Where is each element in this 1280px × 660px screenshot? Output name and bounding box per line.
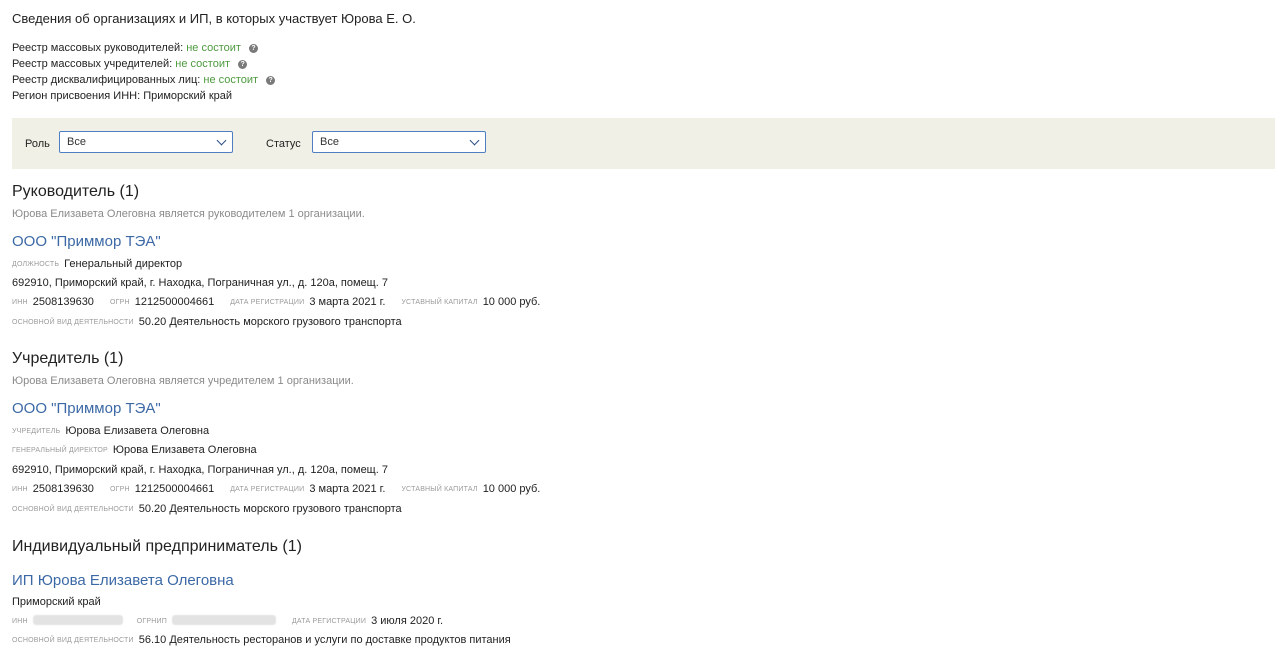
status-select-value: Все [320,136,339,148]
field-label: ИНН [12,299,28,306]
field-label: дата регистрации [291,618,367,625]
section-heading-leader: Руководитель (1) [12,183,140,200]
field-label: ОГРН [109,486,130,493]
registry-status: не состоит [203,74,259,86]
org-requisites: ИНН 2508139630 ОГРН 1212500004661 дата регис… [12,296,540,308]
question-circle-icon[interactable]: ? [266,76,276,85]
org-founder-line: учредитель Юрова Елизавета Олеговна [12,425,209,437]
org-position: Генеральный директор [64,258,183,270]
ip-activity-line: основной вид деятельности 56.10 Деятельно… [12,634,511,646]
question-circle-icon[interactable]: ? [238,60,248,69]
redacted-ogrnip [171,615,276,625]
page: Сведения об организациях и ИП, в которых… [0,0,1280,660]
org-director: Юрова Елизавета Олеговна [112,444,257,456]
org-link[interactable]: ООО "Приммор ТЭА" [12,233,161,250]
field-label: уставный капитал [401,486,478,493]
org-position-line: должность Генеральный директор [12,258,182,270]
field-label: уставный капитал [401,299,478,306]
role-select-value: Все [67,136,86,148]
registry-label: Реестр массовых руководителей: [12,42,184,54]
registry-mass-leaders: Реестр массовых руководителей: не состои… [12,40,275,56]
ip-link[interactable]: ИП Юрова Елизавета Олеговна [12,572,234,589]
ip-activity: 56.10 Деятельность ресторанов и услуги п… [138,634,511,646]
redacted-inn [32,615,123,625]
page-title: Сведения об организациях и ИП, в которых… [12,11,416,26]
section-subtitle-leader: Юрова Елизавета Олеговна является руково… [12,208,365,220]
ip-requisites: ИНН ОГРНИП дата регистрации 3 июля 2020 г. [12,615,443,627]
field-label: генеральный директор [12,447,108,454]
org-activity-line: основной вид деятельности 50.20 Деятельно… [12,503,402,515]
field-label: ОГРН [109,299,130,306]
field-label: основной вид деятельности [12,637,134,644]
field-label: основной вид деятельности [12,319,134,326]
registry-status: не состоит [175,58,231,70]
registry-mass-founders: Реестр массовых учредителей: не состоит … [12,56,275,72]
field-label: ИНН [12,618,28,625]
registry-label: Реестр массовых учредителей: [12,58,173,70]
registry-disqualified: Реестр дисквалифицированных лиц: не сост… [12,72,276,88]
field-label: ОГРНИП [136,618,167,625]
filter-bar: Роль Все Статус Все [12,118,1275,169]
org-director-line: генеральный директор Юрова Елизавета Олег… [12,444,257,456]
org-capital: 10 000 руб. [482,296,541,308]
org-address: 692910, Приморский край, г. Находка, Пог… [12,277,388,289]
org-activity: 50.20 Деятельность морского грузового тр… [138,503,402,515]
org-reg-date: 3 марта 2021 г. [309,296,386,308]
section-subtitle-founder: Юрова Елизавета Олеговна является учреди… [12,375,354,387]
org-founder: Юрова Елизавета Олеговна [65,425,210,437]
org-reg-date: 3 марта 2021 г. [309,483,386,495]
registry-label: Реестр дисквалифицированных лиц: [12,74,201,86]
chevron-down-icon [216,135,227,146]
org-activity-line: основной вид деятельности 50.20 Деятельно… [12,316,402,328]
org-inn: 2508139630 [32,483,94,495]
field-label: учредитель [12,428,61,435]
registry-info: Реестр массовых руководителей: не состои… [12,40,276,104]
status-filter-label: Статус [266,138,301,150]
field-label: дата регистрации [230,299,305,306]
org-activity: 50.20 Деятельность морского грузового тр… [138,316,402,328]
section-heading-entrepreneur: Индивидуальный предприниматель (1) [12,538,302,555]
section-heading-founder: Учредитель (1) [12,350,124,367]
role-select[interactable]: Все [59,131,233,153]
field-label: основной вид деятельности [12,506,134,513]
org-requisites: ИНН 2508139630 ОГРН 1212500004661 дата регис… [12,483,540,495]
org-ogrn: 1212500004661 [134,483,215,495]
registry-label: Регион присвоения ИНН: [12,90,141,102]
question-circle-icon[interactable]: ? [248,44,258,53]
registry-status: не состоит [186,42,241,54]
registry-inn-region: Регион присвоения ИНН: Приморский край [12,88,275,104]
field-label: дата регистрации [230,486,305,493]
org-inn: 2508139630 [32,296,94,308]
org-link[interactable]: ООО "Приммор ТЭА" [12,400,161,417]
org-address: 692910, Приморский край, г. Находка, Пог… [12,464,388,476]
org-capital: 10 000 руб. [482,483,541,495]
field-label: ИНН [12,486,28,493]
field-label: должность [12,261,60,268]
registry-value: Приморский край [143,90,233,102]
chevron-down-icon [469,135,480,146]
org-ogrn: 1212500004661 [134,296,215,308]
ip-reg-date: 3 июля 2020 г. [371,615,444,627]
status-select[interactable]: Все [312,131,486,153]
ip-region: Приморский край [12,596,101,608]
role-filter-label: Роль [25,138,50,150]
